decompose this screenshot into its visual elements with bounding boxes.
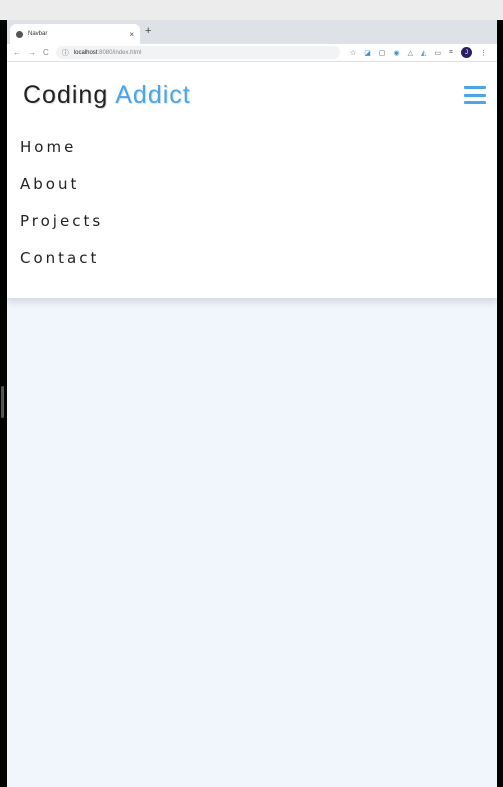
forward-icon[interactable]: → [28, 48, 36, 57]
extension-icon[interactable]: ⌗ [449, 49, 453, 57]
brand-name-part2: Addict [115, 80, 191, 109]
nav-link-contact[interactable]: Contact [20, 249, 99, 267]
url-host: localhost [73, 49, 98, 56]
nav-header: Coding Addict [7, 62, 497, 128]
new-tab-button[interactable]: + [145, 25, 151, 37]
favicon-icon [16, 30, 23, 38]
extension-icon[interactable]: ◪ [364, 49, 371, 57]
nav-item-about: About [7, 165, 497, 202]
hamburger-icon[interactable] [464, 86, 486, 104]
nav-item-contact: Contact [7, 239, 497, 276]
back-icon[interactable]: ← [13, 48, 21, 57]
nav-links: Home About Projects Contact [7, 128, 497, 276]
menu-dots-icon[interactable]: ⋮ [480, 49, 487, 57]
nav-item-projects: Projects [7, 202, 497, 239]
browser-window: Navbar × + ← → C ⓘ localhost :8080/index… [7, 20, 497, 787]
nav-link-about[interactable]: About [20, 175, 79, 193]
extension-icon[interactable]: ◉ [394, 49, 400, 57]
url-path: :8080/index.html [97, 49, 142, 56]
nav-link-projects[interactable]: Projects [20, 212, 103, 230]
right-frame-bar [497, 20, 503, 787]
extensions-area: ☆ ◪ ▢ ◉ △ ◭ ▭ ⌗ J ⋮ [346, 47, 491, 58]
nav-item-home: Home [7, 128, 497, 165]
extension-icon[interactable]: ▢ [379, 49, 386, 57]
tab-strip: Navbar × + [7, 20, 497, 44]
drive-icon[interactable]: △ [408, 49, 413, 57]
address-bar[interactable]: ⓘ localhost :8080/index.html [55, 46, 340, 59]
extension-icon[interactable]: ◭ [421, 49, 426, 57]
brand-logo[interactable]: Coding Addict [23, 81, 191, 110]
resize-handle[interactable] [1, 386, 4, 418]
browser-tab[interactable]: Navbar × [10, 24, 140, 44]
site-info-icon[interactable]: ⓘ [62, 48, 69, 58]
bookmark-star-icon[interactable]: ☆ [350, 49, 356, 57]
browser-toolbar: ← → C ⓘ localhost :8080/index.html ☆ ◪ ▢… [7, 44, 497, 62]
tab-title: Navbar [28, 31, 48, 37]
site-navbar: Coding Addict Home About Projects Contact [7, 62, 497, 298]
reload-icon[interactable]: C [43, 48, 49, 57]
extension-icon[interactable]: ▭ [434, 49, 441, 57]
profile-avatar[interactable]: J [461, 47, 472, 58]
close-tab-icon[interactable]: × [129, 30, 134, 39]
nav-link-home[interactable]: Home [20, 138, 76, 156]
brand-name-part1: Coding [23, 80, 109, 109]
